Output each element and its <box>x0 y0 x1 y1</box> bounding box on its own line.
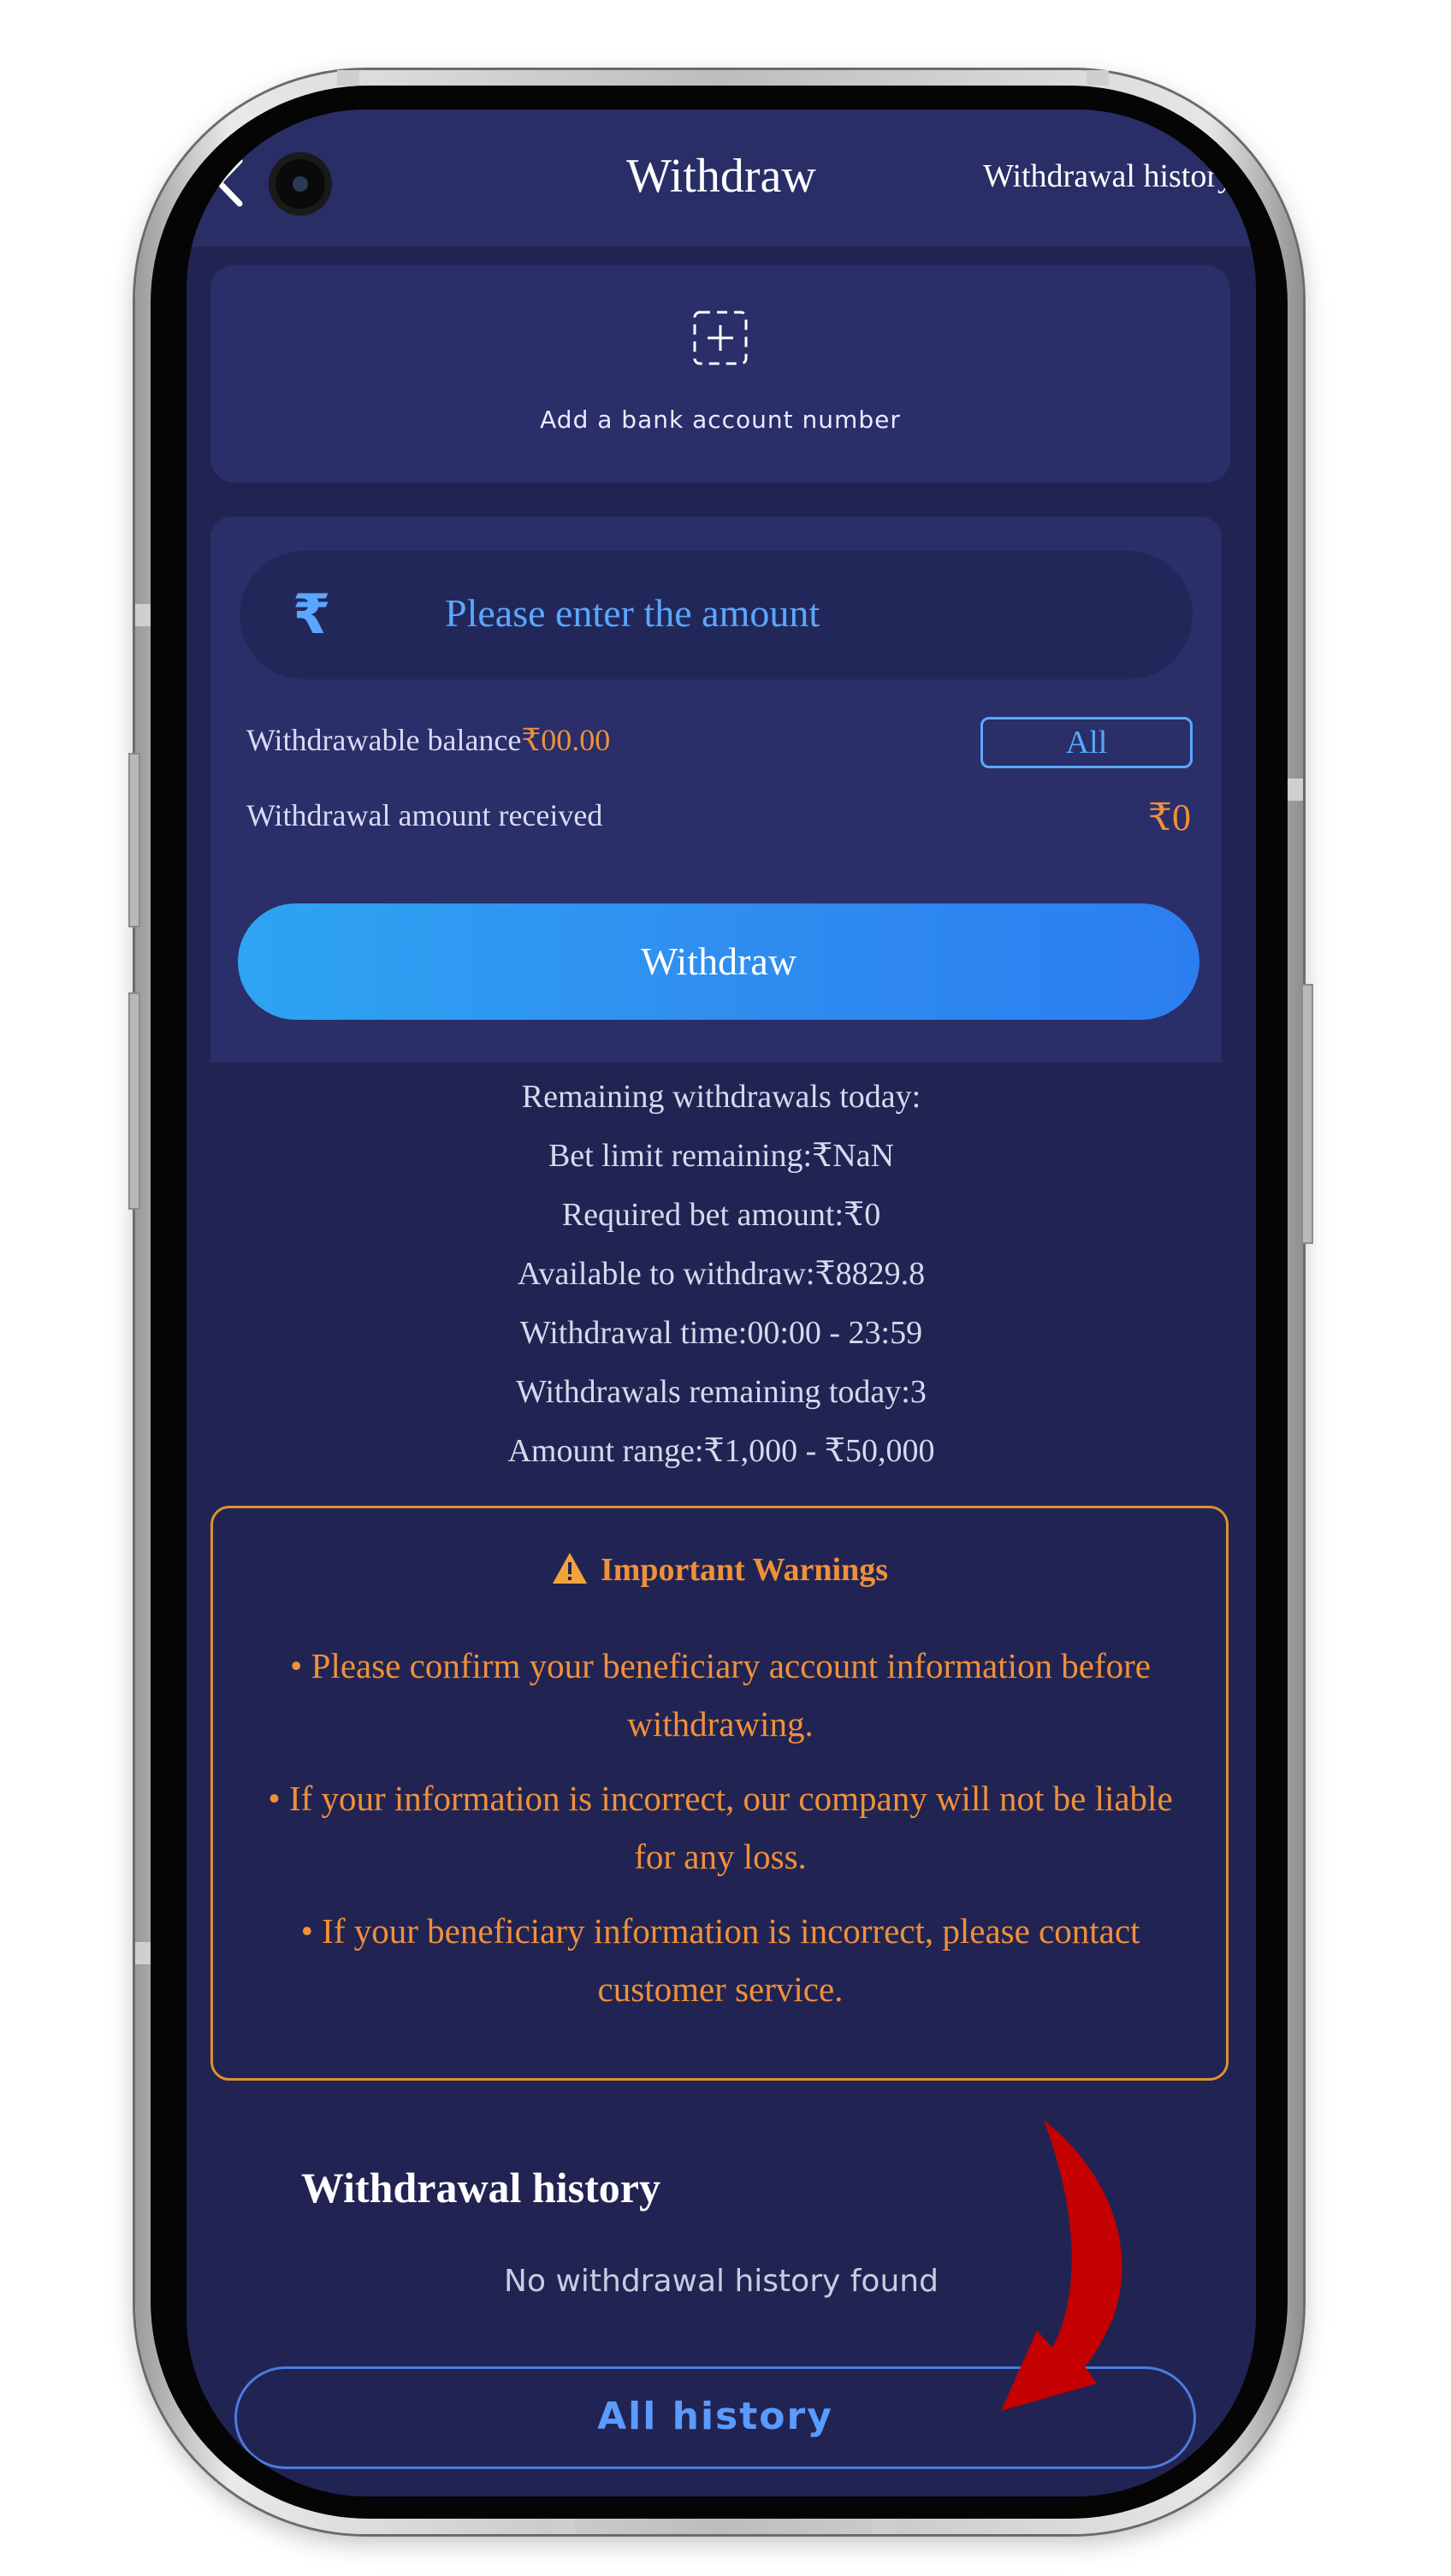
important-warnings-box: Important Warnings • Please confirm your… <box>210 1506 1229 2081</box>
all-amount-button[interactable]: All <box>980 717 1193 768</box>
info-line: Amount range:₹1,000 - ₹50,000 <box>507 1433 935 1469</box>
info-line: Remaining withdrawals today: <box>521 1079 921 1115</box>
phone-side-key-left-lower <box>128 992 140 1210</box>
amount-input[interactable]: ₹ Please enter the amount <box>240 551 1193 679</box>
warnings-title-text: Important Warnings <box>600 1552 889 1588</box>
rupee-icon: ₹ <box>293 583 331 647</box>
info-line: Available to withdraw:₹8829.8 <box>517 1256 926 1292</box>
top-bar: Withdraw Withdrawal history <box>187 110 1256 246</box>
withdrawable-balance-value: ₹00.00 <box>521 723 611 757</box>
add-bank-account-label: Add a bank account number <box>540 406 901 434</box>
phone-antenna-band <box>873 2519 895 2534</box>
withdrawal-info-list: Remaining withdrawals today: Bet limit r… <box>187 1068 1256 1481</box>
withdrawable-balance-label: Withdrawable balance <box>246 723 522 757</box>
phone-antenna-band <box>553 2519 575 2534</box>
phone-side-key-left <box>128 753 140 927</box>
warning-item: • If your information is incorrect, our … <box>268 1779 1173 1876</box>
red-annotation-arrow-icon <box>1001 2120 1122 2411</box>
phone-antenna-band <box>337 70 359 86</box>
withdrawal-history-link[interactable]: Withdrawal history <box>983 157 1234 195</box>
withdrawal-history-title: Withdrawal history <box>301 2164 660 2212</box>
info-line: Withdrawal time:00:00 - 23:59 <box>519 1315 923 1351</box>
amount-placeholder: Please enter the amount <box>445 591 820 635</box>
warning-item: • Please confirm your beneficiary accoun… <box>290 1646 1151 1744</box>
received-amount-value: ₹0 <box>1148 796 1191 838</box>
phone-antenna-band <box>1288 779 1303 801</box>
withdraw-button[interactable]: Withdraw <box>238 903 1199 1020</box>
add-bank-account-card[interactable]: Add a bank account number <box>210 265 1230 483</box>
warning-item: • If your beneficiary information is inc… <box>300 1911 1140 2009</box>
info-line: Withdrawals remaining today:3 <box>516 1374 927 1410</box>
phone-antenna-band <box>135 1942 151 1964</box>
amount-card: ₹ Please enter the amount Withdrawable b… <box>210 517 1222 1063</box>
phone-antenna-band <box>1087 70 1109 86</box>
warnings-title: Important Warnings <box>213 1551 1226 1589</box>
withdrawable-balance-row: Withdrawable balance₹00.00 <box>246 722 610 758</box>
add-plus-icon <box>693 311 748 365</box>
warning-triangle-icon <box>552 1553 587 1584</box>
received-amount-label: Withdrawal amount received <box>246 798 603 832</box>
info-line: Bet limit remaining:₹NaN <box>548 1138 895 1174</box>
info-line: Required bet amount:₹0 <box>561 1197 881 1233</box>
phone-side-key-right <box>1301 984 1313 1244</box>
phone-antenna-band <box>135 604 151 626</box>
